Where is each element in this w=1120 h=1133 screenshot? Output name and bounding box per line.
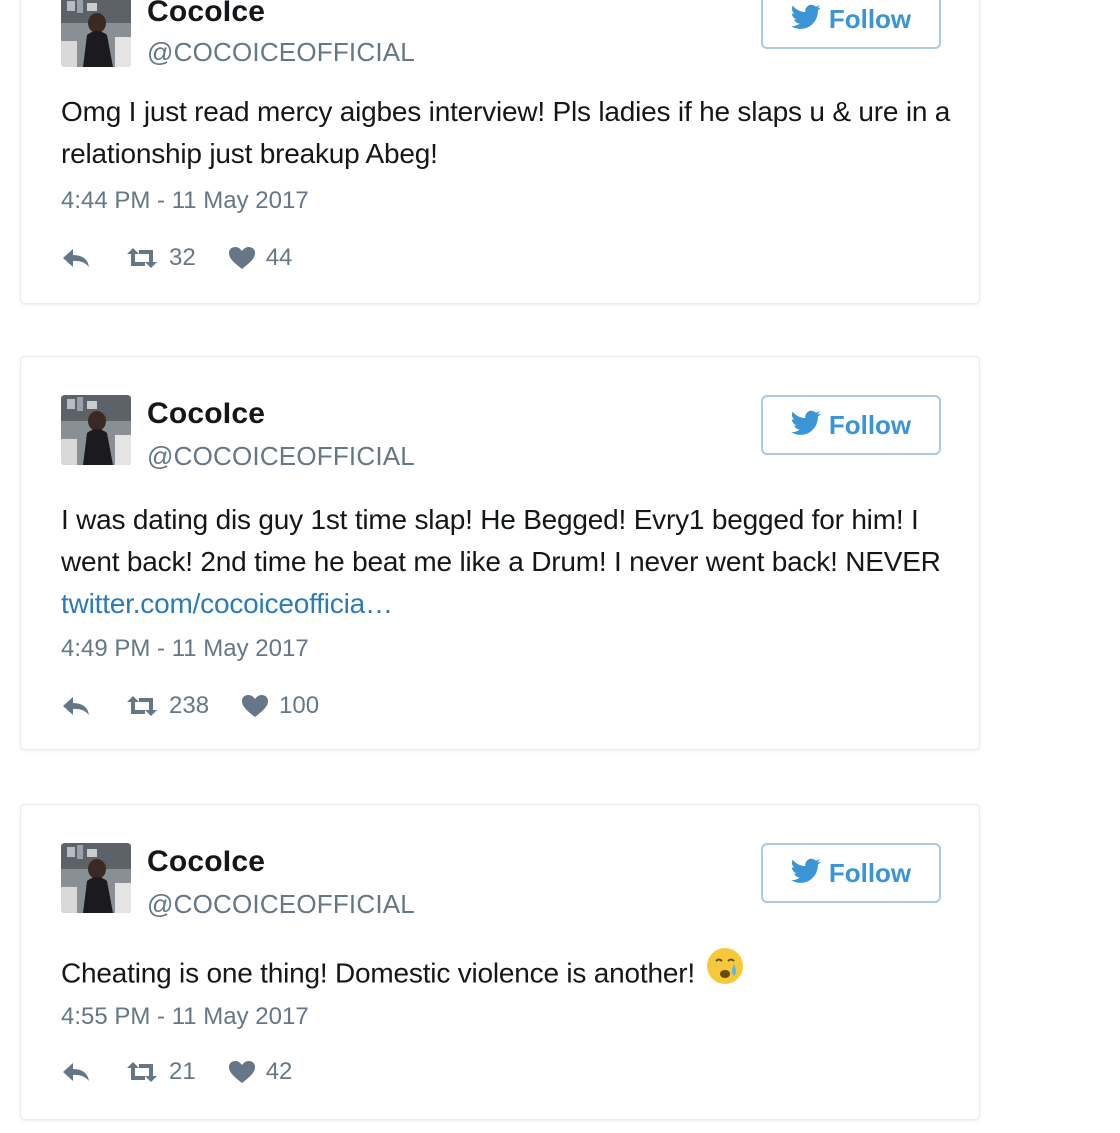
retweet-count: 238 (169, 692, 210, 719)
tweet-actions: 32 44 (61, 241, 292, 275)
tweet-text: Cheating is one thing! Domestic violence… (61, 946, 951, 1001)
heart-icon (228, 1060, 256, 1084)
tweet-card: CocoIce @COCOICEOFFICIAL Follow I was da… (20, 356, 980, 750)
retweet-count: 21 (169, 1058, 196, 1085)
like-button[interactable]: 44 (228, 244, 293, 272)
display-name[interactable]: CocoIce (147, 397, 265, 431)
like-count: 100 (279, 692, 320, 719)
reply-icon (61, 247, 91, 269)
tweet-text: Omg I just read mercy aigbes interview! … (61, 91, 951, 175)
reply-button[interactable] (61, 1061, 91, 1083)
timestamp[interactable]: 4:55 PM - 11 May 2017 (61, 1003, 309, 1031)
tweet-card: CocoIce @COCOICEOFFICIAL Follow Omg I ju… (20, 0, 980, 304)
heart-icon (228, 246, 256, 270)
reply-button[interactable] (61, 247, 91, 269)
retweet-icon (125, 1060, 159, 1084)
tweet-body: Omg I just read mercy aigbes interview! … (61, 96, 951, 169)
like-button[interactable]: 100 (241, 692, 319, 720)
twitter-bird-icon (790, 858, 821, 889)
retweet-button[interactable]: 21 (125, 1058, 196, 1086)
tweet-actions: 21 42 (61, 1055, 292, 1089)
tweet-actions: 238 100 (61, 689, 319, 723)
avatar[interactable] (61, 395, 131, 465)
twitter-bird-icon (790, 4, 821, 35)
reply-icon (61, 695, 91, 717)
retweet-icon (125, 694, 159, 718)
retweet-count: 32 (169, 244, 196, 271)
tweet-link[interactable]: twitter.com/cocoiceofficia… (61, 588, 393, 619)
tweet-card: CocoIce @COCOICEOFFICIAL Follow Cheating… (20, 804, 980, 1120)
heart-icon (241, 694, 269, 718)
tweet-body: Cheating is one thing! Domestic violence… (61, 957, 695, 989)
follow-button[interactable]: Follow (761, 0, 941, 49)
retweet-button[interactable]: 238 (125, 692, 209, 720)
follow-label: Follow (828, 3, 912, 34)
tweet-body: I was dating dis guy 1st time slap! He B… (61, 504, 941, 577)
retweet-button[interactable]: 32 (125, 244, 196, 272)
like-count: 44 (265, 244, 293, 271)
avatar[interactable] (61, 843, 131, 913)
follow-button[interactable]: Follow (761, 843, 941, 903)
avatar[interactable] (61, 0, 131, 67)
user-handle[interactable]: @COCOICEOFFICIAL (147, 889, 415, 920)
timestamp[interactable]: 4:44 PM - 11 May 2017 (61, 187, 309, 215)
reply-button[interactable] (61, 695, 91, 717)
reply-icon (61, 1061, 91, 1083)
timestamp[interactable]: 4:49 PM - 11 May 2017 (61, 635, 309, 663)
twitter-bird-icon (790, 410, 821, 441)
display-name[interactable]: CocoIce (147, 845, 265, 879)
like-count: 42 (265, 1058, 293, 1085)
user-handle[interactable]: @COCOICEOFFICIAL (147, 37, 415, 68)
retweet-icon (125, 246, 159, 270)
like-button[interactable]: 42 (228, 1058, 293, 1086)
follow-label: Follow (828, 857, 912, 888)
follow-button[interactable]: Follow (761, 395, 941, 455)
user-handle[interactable]: @COCOICEOFFICIAL (147, 441, 415, 472)
display-name[interactable]: CocoIce (147, 0, 265, 29)
follow-label: Follow (828, 409, 912, 440)
tweet-text: I was dating dis guy 1st time slap! He B… (61, 499, 951, 625)
crying-face-emoji (705, 946, 745, 998)
